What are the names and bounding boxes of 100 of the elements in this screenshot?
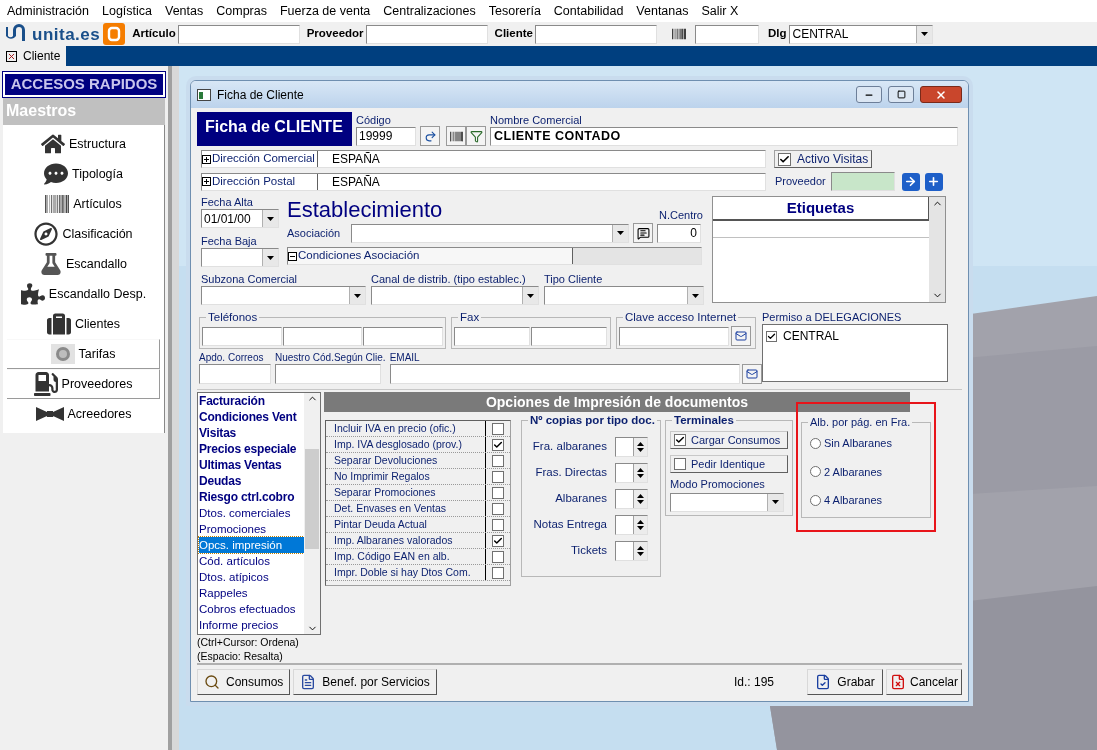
scrollbar[interactable] bbox=[929, 197, 945, 302]
search-field[interactable] bbox=[177, 24, 300, 44]
checkbox-button[interactable]: Activo Visitas bbox=[774, 150, 873, 168]
checkbox-button[interactable]: Cargar Consumos bbox=[670, 431, 788, 449]
code-field[interactable]: 19999 bbox=[356, 127, 416, 146]
section-item[interactable]: Informe precios bbox=[199, 617, 304, 633]
phone-field[interactable] bbox=[282, 327, 363, 346]
address-row[interactable]: Dirección Comercial ESPAÑA bbox=[201, 150, 766, 168]
menu-item[interactable]: Contabilidad bbox=[553, 1, 624, 21]
email-field[interactable] bbox=[389, 364, 740, 384]
sidebar-item[interactable]: Clasificación bbox=[7, 219, 160, 249]
search-field[interactable] bbox=[365, 24, 488, 44]
section-item[interactable]: Dtos. comerciales bbox=[199, 505, 304, 521]
save-button[interactable]: Grabar bbox=[807, 669, 883, 695]
checkbox[interactable] bbox=[766, 330, 777, 342]
card-button[interactable] bbox=[741, 364, 762, 384]
maximize-button[interactable] bbox=[888, 86, 914, 103]
dropdown[interactable] bbox=[371, 286, 539, 305]
section-item[interactable]: Rappeles bbox=[199, 585, 304, 601]
password-field[interactable] bbox=[619, 327, 729, 346]
sidebar-item[interactable]: Estructura bbox=[7, 129, 160, 159]
sidebar-item[interactable]: Clientes bbox=[7, 309, 160, 339]
menu-item[interactable]: Fuerza de venta bbox=[279, 1, 371, 21]
phone-field[interactable] bbox=[363, 327, 443, 346]
barcode-field[interactable] bbox=[694, 24, 759, 44]
address-row[interactable]: Dirección Postal ESPAÑA bbox=[201, 172, 766, 191]
card-button[interactable] bbox=[731, 326, 751, 346]
checkbox[interactable] bbox=[492, 502, 504, 515]
section-item[interactable]: Ultimas Ventas bbox=[199, 457, 304, 473]
sidebar-item[interactable]: Acreedores bbox=[7, 399, 160, 429]
center-number-field[interactable]: 0 bbox=[657, 223, 701, 243]
checkbox[interactable] bbox=[674, 434, 686, 446]
section-item[interactable]: Promociones bbox=[199, 521, 304, 537]
number-spinner[interactable] bbox=[615, 489, 648, 509]
fax-field[interactable] bbox=[531, 327, 607, 346]
menu-item[interactable]: Salir X bbox=[701, 1, 739, 21]
checkbox[interactable] bbox=[492, 470, 504, 483]
sidebar-item[interactable]: Proveedores bbox=[7, 369, 160, 399]
radio-option[interactable]: 4 Albaranes bbox=[810, 492, 930, 509]
promotions-dropdown[interactable] bbox=[670, 492, 784, 512]
delegation-item[interactable]: CENTRAL bbox=[766, 327, 947, 345]
checkbox[interactable] bbox=[492, 454, 504, 467]
delegation-dropdown[interactable]: CENTRAL bbox=[789, 24, 934, 44]
footer-button[interactable]: Benef. por Servicios bbox=[293, 669, 437, 695]
section-item[interactable]: Precios especiale bbox=[199, 441, 304, 457]
fax-field[interactable] bbox=[454, 327, 530, 346]
menu-item[interactable]: Administración bbox=[7, 1, 89, 21]
section-item[interactable]: Opcs. impresión bbox=[199, 537, 304, 553]
radio-option[interactable]: 2 Albaranes bbox=[810, 463, 930, 480]
po-box-field[interactable] bbox=[199, 364, 271, 384]
section-item[interactable]: Facturación bbox=[199, 393, 304, 409]
redo-button[interactable] bbox=[420, 126, 440, 146]
section-item[interactable]: Cód. artículos bbox=[199, 553, 304, 569]
date-dropdown[interactable] bbox=[201, 248, 279, 267]
checkbox[interactable] bbox=[492, 534, 504, 547]
number-spinner[interactable] bbox=[615, 541, 648, 561]
minimize-button[interactable] bbox=[856, 86, 882, 103]
barcode-button[interactable] bbox=[446, 126, 466, 146]
notes-button[interactable] bbox=[633, 223, 653, 243]
checkbox[interactable] bbox=[492, 550, 504, 563]
search-field[interactable] bbox=[534, 24, 657, 44]
customer-code-field[interactable] bbox=[275, 364, 381, 384]
menu-item[interactable]: Ventanas bbox=[636, 1, 689, 21]
date-dropdown[interactable]: 01/01/00 bbox=[201, 209, 279, 228]
number-spinner[interactable] bbox=[615, 463, 648, 483]
checkbox-button[interactable]: Pedir Identique bbox=[670, 455, 788, 473]
scrollbar[interactable] bbox=[304, 393, 320, 634]
section-item[interactable]: Deudas bbox=[199, 473, 304, 489]
sidebar-item[interactable]: Escandallo Desp. bbox=[7, 279, 160, 309]
section-item[interactable]: Visitas bbox=[199, 425, 304, 441]
section-item[interactable]: Condiciones Vent bbox=[199, 409, 304, 425]
close-button[interactable] bbox=[920, 86, 962, 103]
footer-button[interactable]: Consumos bbox=[197, 669, 291, 695]
checkbox[interactable] bbox=[492, 486, 504, 499]
conditions-row[interactable]: Condiciones Asociación bbox=[287, 247, 702, 265]
supplier-field[interactable] bbox=[830, 172, 895, 191]
section-item[interactable]: Riesgo ctrl.cobro bbox=[199, 489, 304, 505]
dropdown[interactable] bbox=[544, 286, 704, 305]
number-spinner[interactable] bbox=[615, 437, 648, 457]
checkbox[interactable] bbox=[674, 458, 686, 470]
checkbox[interactable] bbox=[492, 422, 504, 435]
phone-field[interactable] bbox=[202, 327, 282, 346]
close-icon[interactable] bbox=[6, 50, 17, 62]
checkbox[interactable] bbox=[492, 566, 504, 579]
dropdown[interactable] bbox=[201, 286, 366, 305]
radio-option[interactable]: Sin Albaranes bbox=[810, 435, 930, 452]
add-button[interactable] bbox=[924, 172, 943, 191]
checkbox[interactable] bbox=[778, 152, 791, 166]
go-button[interactable] bbox=[901, 172, 920, 191]
checkbox[interactable] bbox=[492, 438, 504, 451]
checkbox[interactable] bbox=[492, 518, 504, 531]
sidebar-item[interactable]: Artículos bbox=[7, 189, 160, 219]
section-item[interactable]: Dtos. atípicos bbox=[199, 569, 304, 585]
menu-item[interactable]: Tesorería bbox=[488, 1, 541, 21]
name-field[interactable]: CLIENTE CONTADO bbox=[490, 127, 958, 146]
sidebar-item[interactable]: Tarifas bbox=[7, 339, 160, 369]
cancel-button[interactable]: Cancelar bbox=[886, 669, 962, 695]
menu-item[interactable]: Compras bbox=[216, 1, 267, 21]
radio-button[interactable] bbox=[810, 466, 821, 478]
radio-button[interactable] bbox=[810, 494, 821, 506]
